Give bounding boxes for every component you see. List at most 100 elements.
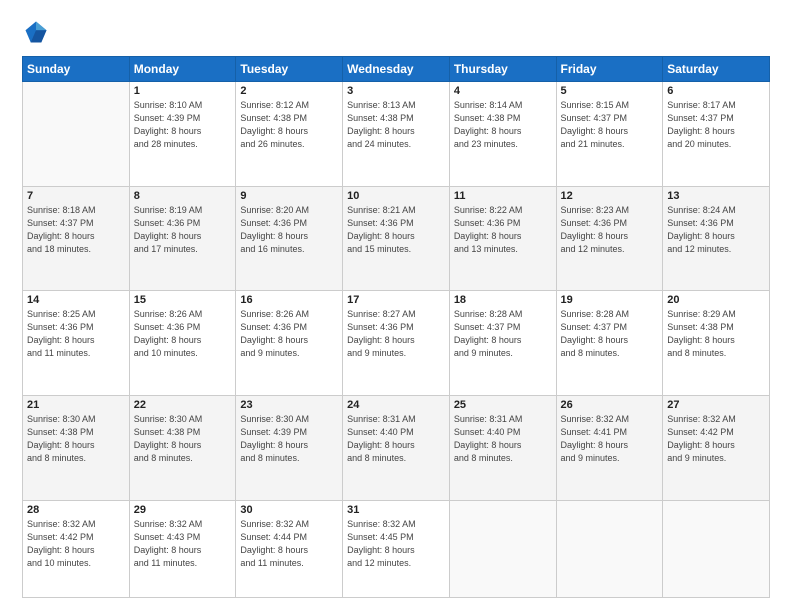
day-number: 19 [561, 294, 659, 306]
calendar-cell: 20 Sunrise: 8:29 AM Sunset: 4:38 PM Dayli… [663, 291, 770, 396]
logo-icon [22, 18, 50, 46]
day-info: Sunrise: 8:17 AM Sunset: 4:37 PM Dayligh… [667, 99, 765, 151]
day-info: Sunrise: 8:15 AM Sunset: 4:37 PM Dayligh… [561, 99, 659, 151]
day-number: 31 [347, 504, 445, 516]
calendar-week-row: 7 Sunrise: 8:18 AM Sunset: 4:37 PM Daylig… [23, 186, 770, 291]
day-info: Sunrise: 8:30 AM Sunset: 4:38 PM Dayligh… [27, 413, 125, 465]
day-info: Sunrise: 8:31 AM Sunset: 4:40 PM Dayligh… [347, 413, 445, 465]
day-number: 14 [27, 294, 125, 306]
day-info: Sunrise: 8:28 AM Sunset: 4:37 PM Dayligh… [454, 308, 552, 360]
calendar-cell: 8 Sunrise: 8:19 AM Sunset: 4:36 PM Daylig… [129, 186, 236, 291]
calendar-cell [449, 500, 556, 598]
day-info: Sunrise: 8:32 AM Sunset: 4:45 PM Dayligh… [347, 518, 445, 570]
day-info: Sunrise: 8:32 AM Sunset: 4:41 PM Dayligh… [561, 413, 659, 465]
day-number: 4 [454, 85, 552, 97]
day-info: Sunrise: 8:29 AM Sunset: 4:38 PM Dayligh… [667, 308, 765, 360]
day-number: 1 [134, 85, 232, 97]
day-number: 6 [667, 85, 765, 97]
day-number: 3 [347, 85, 445, 97]
day-number: 24 [347, 399, 445, 411]
calendar-cell: 6 Sunrise: 8:17 AM Sunset: 4:37 PM Daylig… [663, 82, 770, 187]
day-number: 17 [347, 294, 445, 306]
day-header-saturday: Saturday [663, 57, 770, 82]
calendar-cell: 19 Sunrise: 8:28 AM Sunset: 4:37 PM Dayli… [556, 291, 663, 396]
calendar-week-row: 21 Sunrise: 8:30 AM Sunset: 4:38 PM Dayli… [23, 395, 770, 500]
day-number: 8 [134, 190, 232, 202]
day-number: 27 [667, 399, 765, 411]
day-number: 13 [667, 190, 765, 202]
calendar-cell: 24 Sunrise: 8:31 AM Sunset: 4:40 PM Dayli… [343, 395, 450, 500]
day-info: Sunrise: 8:23 AM Sunset: 4:36 PM Dayligh… [561, 204, 659, 256]
calendar-cell: 26 Sunrise: 8:32 AM Sunset: 4:41 PM Dayli… [556, 395, 663, 500]
day-number: 7 [27, 190, 125, 202]
day-number: 25 [454, 399, 552, 411]
day-number: 18 [454, 294, 552, 306]
day-header-thursday: Thursday [449, 57, 556, 82]
calendar-cell: 9 Sunrise: 8:20 AM Sunset: 4:36 PM Daylig… [236, 186, 343, 291]
page: SundayMondayTuesdayWednesdayThursdayFrid… [0, 0, 792, 612]
day-info: Sunrise: 8:18 AM Sunset: 4:37 PM Dayligh… [27, 204, 125, 256]
calendar-header-row: SundayMondayTuesdayWednesdayThursdayFrid… [23, 57, 770, 82]
calendar-cell: 7 Sunrise: 8:18 AM Sunset: 4:37 PM Daylig… [23, 186, 130, 291]
calendar-cell: 25 Sunrise: 8:31 AM Sunset: 4:40 PM Dayli… [449, 395, 556, 500]
calendar-cell: 1 Sunrise: 8:10 AM Sunset: 4:39 PM Daylig… [129, 82, 236, 187]
day-info: Sunrise: 8:30 AM Sunset: 4:39 PM Dayligh… [240, 413, 338, 465]
calendar-cell: 30 Sunrise: 8:32 AM Sunset: 4:44 PM Dayli… [236, 500, 343, 598]
day-header-tuesday: Tuesday [236, 57, 343, 82]
calendar-cell [663, 500, 770, 598]
day-number: 26 [561, 399, 659, 411]
calendar-cell: 15 Sunrise: 8:26 AM Sunset: 4:36 PM Dayli… [129, 291, 236, 396]
calendar-cell: 4 Sunrise: 8:14 AM Sunset: 4:38 PM Daylig… [449, 82, 556, 187]
day-number: 22 [134, 399, 232, 411]
calendar-cell: 11 Sunrise: 8:22 AM Sunset: 4:36 PM Dayli… [449, 186, 556, 291]
day-info: Sunrise: 8:21 AM Sunset: 4:36 PM Dayligh… [347, 204, 445, 256]
day-header-monday: Monday [129, 57, 236, 82]
calendar-cell: 29Sunrise: 8:32 AM Sunset: 4:43 PM Dayli… [129, 500, 236, 598]
day-number: 21 [27, 399, 125, 411]
day-info: Sunrise: 8:31 AM Sunset: 4:40 PM Dayligh… [454, 413, 552, 465]
day-number: 2 [240, 85, 338, 97]
day-info: Sunrise: 8:20 AM Sunset: 4:36 PM Dayligh… [240, 204, 338, 256]
calendar-cell: 28Sunrise: 8:32 AM Sunset: 4:42 PM Dayli… [23, 500, 130, 598]
calendar-cell [23, 82, 130, 187]
calendar-week-row: 1 Sunrise: 8:10 AM Sunset: 4:39 PM Daylig… [23, 82, 770, 187]
day-number: 15 [134, 294, 232, 306]
day-info: Sunrise: 8:32 AM Sunset: 4:42 PM Dayligh… [667, 413, 765, 465]
day-header-sunday: Sunday [23, 57, 130, 82]
calendar-cell: 22Sunrise: 8:30 AM Sunset: 4:38 PM Dayli… [129, 395, 236, 500]
day-info: Sunrise: 8:10 AM Sunset: 4:39 PM Dayligh… [134, 99, 232, 151]
calendar-cell: 2Sunrise: 8:12 AM Sunset: 4:38 PM Daylig… [236, 82, 343, 187]
day-info: Sunrise: 8:28 AM Sunset: 4:37 PM Dayligh… [561, 308, 659, 360]
day-info: Sunrise: 8:19 AM Sunset: 4:36 PM Dayligh… [134, 204, 232, 256]
day-info: Sunrise: 8:22 AM Sunset: 4:36 PM Dayligh… [454, 204, 552, 256]
calendar-cell: 21 Sunrise: 8:30 AM Sunset: 4:38 PM Dayli… [23, 395, 130, 500]
day-info: Sunrise: 8:32 AM Sunset: 4:44 PM Dayligh… [240, 518, 338, 570]
calendar-cell: 10 Sunrise: 8:21 AM Sunset: 4:36 PM Dayli… [343, 186, 450, 291]
day-number: 9 [240, 190, 338, 202]
day-info: Sunrise: 8:14 AM Sunset: 4:38 PM Dayligh… [454, 99, 552, 151]
day-number: 30 [240, 504, 338, 516]
day-number: 10 [347, 190, 445, 202]
calendar-week-row: 14 Sunrise: 8:25 AM Sunset: 4:36 PM Dayli… [23, 291, 770, 396]
day-info: Sunrise: 8:27 AM Sunset: 4:36 PM Dayligh… [347, 308, 445, 360]
day-info: Sunrise: 8:25 AM Sunset: 4:36 PM Dayligh… [27, 308, 125, 360]
calendar-cell: 12 Sunrise: 8:23 AM Sunset: 4:36 PM Dayli… [556, 186, 663, 291]
calendar-table: SundayMondayTuesdayWednesdayThursdayFrid… [22, 56, 770, 598]
calendar-cell: 18 Sunrise: 8:28 AM Sunset: 4:37 PM Dayli… [449, 291, 556, 396]
day-number: 29 [134, 504, 232, 516]
day-number: 12 [561, 190, 659, 202]
day-info: Sunrise: 8:26 AM Sunset: 4:36 PM Dayligh… [134, 308, 232, 360]
calendar-cell: 17 Sunrise: 8:27 AM Sunset: 4:36 PM Dayli… [343, 291, 450, 396]
day-header-wednesday: Wednesday [343, 57, 450, 82]
calendar-cell: 31 Sunrise: 8:32 AM Sunset: 4:45 PM Dayli… [343, 500, 450, 598]
calendar-cell: 27 Sunrise: 8:32 AM Sunset: 4:42 PM Dayli… [663, 395, 770, 500]
logo [22, 18, 54, 46]
calendar-cell [556, 500, 663, 598]
calendar-cell: 14 Sunrise: 8:25 AM Sunset: 4:36 PM Dayli… [23, 291, 130, 396]
header [22, 18, 770, 46]
day-number: 11 [454, 190, 552, 202]
day-number: 20 [667, 294, 765, 306]
calendar-cell: 16Sunrise: 8:26 AM Sunset: 4:36 PM Dayli… [236, 291, 343, 396]
day-number: 16 [240, 294, 338, 306]
calendar-week-row: 28Sunrise: 8:32 AM Sunset: 4:42 PM Dayli… [23, 500, 770, 598]
